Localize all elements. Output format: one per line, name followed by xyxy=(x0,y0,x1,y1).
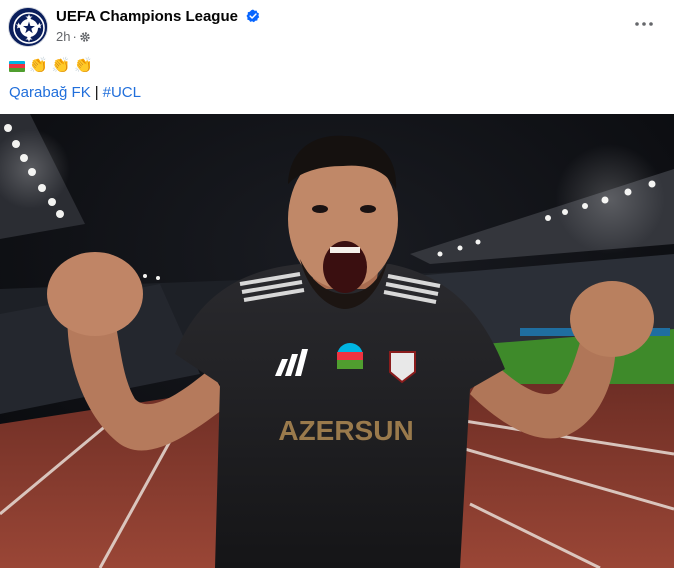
post-caption: 👏 👏 👏 xyxy=(9,57,93,75)
post-tags: Qarabağ FK | #UCL xyxy=(9,84,141,101)
azerbaijan-flag-icon xyxy=(9,60,25,72)
celebrating-player-photo: AZERSUN xyxy=(0,114,674,568)
meta-dot: · xyxy=(72,29,77,44)
ucl-starball-icon xyxy=(9,8,47,46)
tag-separator: | xyxy=(94,84,99,101)
page-name-text[interactable]: UEFA Champions League xyxy=(56,8,238,25)
post-header: UEFA Champions League 2h · xyxy=(0,0,674,50)
post-photo[interactable]: AZERSUN xyxy=(0,114,674,568)
hashtag-link[interactable]: #UCL xyxy=(103,84,141,101)
post-meta: 2h · xyxy=(56,29,91,44)
clapping-hands-emoji: 👏 xyxy=(51,57,71,74)
clapping-hands-emoji: 👏 xyxy=(74,57,94,74)
post-time[interactable]: 2h xyxy=(56,29,70,44)
avatar[interactable] xyxy=(8,7,48,47)
clapping-hands-emoji: 👏 xyxy=(29,57,48,74)
more-options-button[interactable] xyxy=(630,10,658,38)
team-tag-link[interactable]: Qarabağ FK xyxy=(9,84,91,101)
page-name[interactable]: UEFA Champions League xyxy=(56,8,260,25)
gear-icon[interactable] xyxy=(79,31,91,43)
jersey-sponsor-text: AZERSUN xyxy=(278,415,413,446)
verified-badge-icon xyxy=(246,9,260,23)
more-horizontal-icon xyxy=(635,22,653,26)
